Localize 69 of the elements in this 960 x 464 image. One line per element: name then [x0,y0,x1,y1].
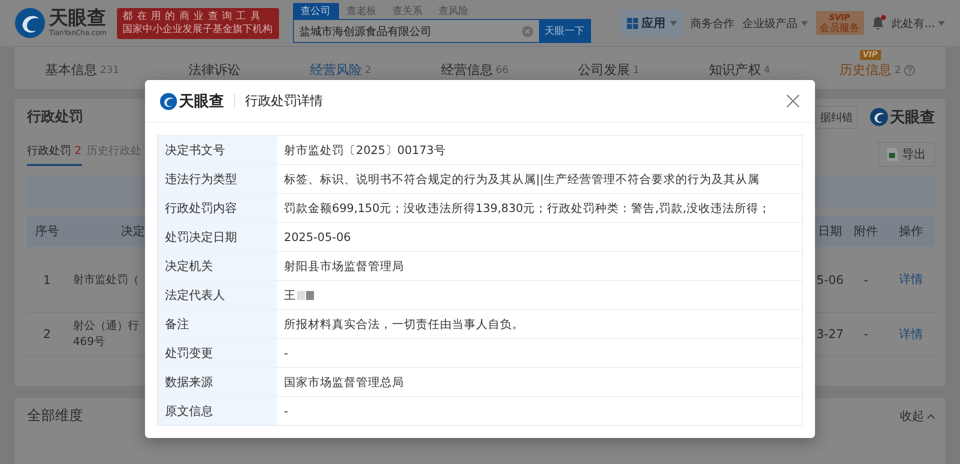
sub-tab[interactable]: 行政处罚 2 [27,142,82,166]
details-link[interactable]: 详情 [887,271,935,288]
collapse-button[interactable]: 收起 [900,408,935,424]
section-title: 全部维度 [27,407,83,425]
field-label: 决定书文号 [158,136,277,164]
nav-link[interactable]: 商务合作 [690,16,734,30]
field-label: 备注 [158,310,277,338]
table-cell: 3-27 [815,327,845,341]
details-link[interactable]: 详情 [887,326,935,342]
table-header: 日期 附件 操作 [815,216,935,247]
field-label: 处罚决定日期 [158,223,277,251]
field-value: 国家市场监督管理总局 [284,374,404,390]
grid-icon [626,18,638,28]
nav-dropdown[interactable]: 企业级产品 [742,16,808,30]
field-label: 数据来源 [158,368,277,396]
field-label: 违法行为类型 [158,165,277,193]
table-header: 序号 决定 [27,216,145,247]
table-cell-text: 射市监处罚（ [72,272,140,288]
slogan-banner: 都在用的商业查询工具 国家中小企业发展子基金旗下机构 [116,8,279,38]
search-tab[interactable]: 查公司 [292,3,339,19]
close-icon [786,94,800,108]
field-value: 射市监处罚〔2025〕00173号 [284,142,446,158]
export-button[interactable]: 导出 [878,142,935,166]
search-tab[interactable]: 查老板 [338,3,385,19]
field-label: 原文信息 [158,397,277,425]
brand-name: 天眼查 [49,9,107,28]
brand-name: 天眼查 [890,108,935,126]
nav-dropdown[interactable]: 此处有... [892,16,945,30]
bell-icon[interactable] [872,16,884,30]
brand-name: 天眼查 [179,92,224,110]
chevron-up-icon [927,414,935,418]
caret-icon [800,20,808,26]
search-tab[interactable]: 查关系 [384,3,431,19]
table-cell-text: 1 [42,272,52,286]
clear-icon[interactable] [522,26,533,36]
table-cell: 5-06 [815,272,845,286]
table-cell-text: - [862,272,870,286]
vip-badge: VIP [860,50,881,60]
field-value: 王 [284,288,296,302]
spreadsheet-icon [887,148,898,160]
field-label: 决定机关 [158,252,277,280]
field-value: 所报材料真实合法，一切责任由当事人自负。 [284,316,524,332]
section-title: 行政处罚 [27,108,83,126]
logo-icon [160,92,177,110]
field-value: - [284,346,288,360]
logo-icon [15,8,45,38]
report-error-button[interactable]: 据纠错 [815,106,858,128]
table-cell-text: - [862,327,870,341]
field-value: 标签、标识、说明书不符合规定的行为及其从属||生产经营管理不符合要求的行为及其从属 [284,172,760,186]
dialog-title: 行政处罚详情 [245,93,323,110]
field-value: 2025-05-06 [284,230,351,244]
search-button[interactable]: 天眼一下 [538,19,591,43]
caret-icon [670,20,676,26]
search-field[interactable]: 盐城市海创源食品有限公司 [292,19,539,43]
caret-icon [938,20,945,26]
table-cell-text: 2 [42,327,52,341]
field-value: - [284,404,288,418]
logo-icon [870,108,888,126]
help-icon[interactable] [904,64,915,76]
search-tab[interactable]: 查风险 [430,3,477,19]
field-value: 罚款金额699,150元；没收违法所得139,830元；行政处罚种类：警告,罚款,没收违法所得； [284,200,770,216]
field-value: 射阳县市场监督管理局 [284,258,404,274]
table-cell-text: 射公（通）行 469号 [72,318,140,350]
field-label: 行政处罚内容 [158,194,277,222]
section-tab[interactable]: 法律诉讼 [188,61,241,79]
close-button[interactable] [786,94,800,108]
field-label: 法定代表人 [158,281,277,309]
field-label: 处罚变更 [158,339,277,367]
apps-menu-button[interactable]: 应用 [620,10,682,36]
